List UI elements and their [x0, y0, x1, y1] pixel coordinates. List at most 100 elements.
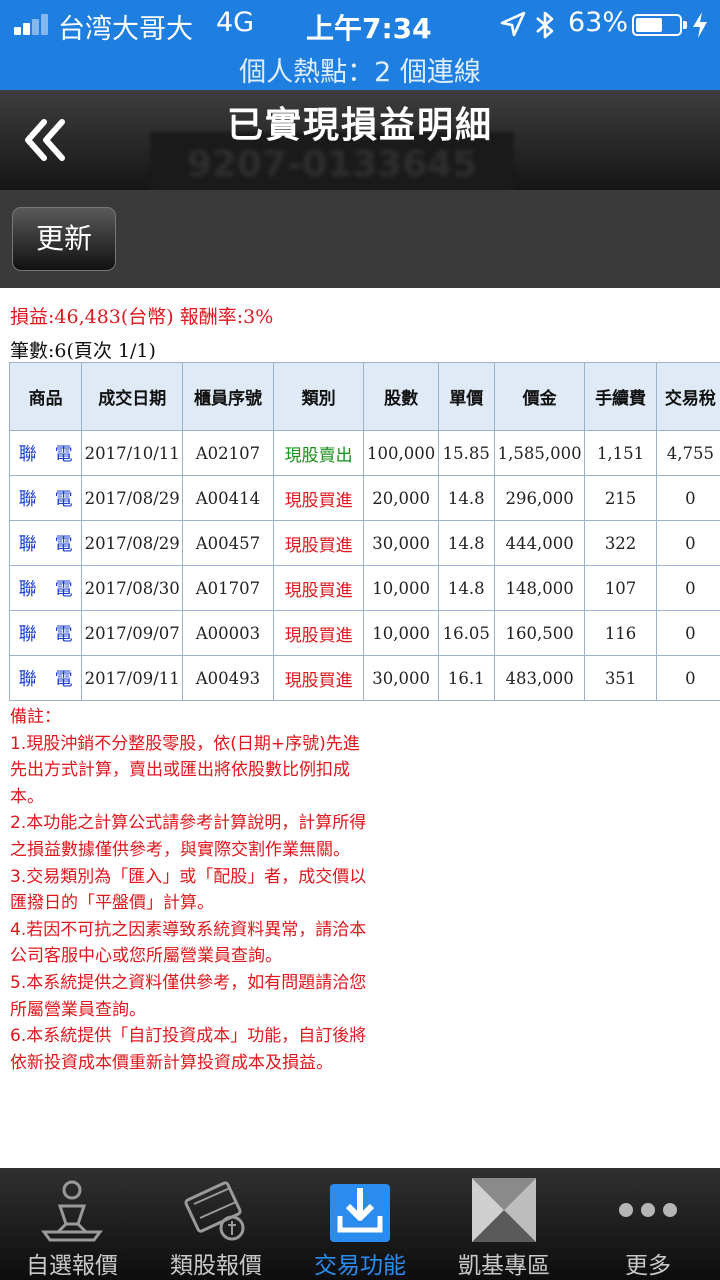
cell-fee: 322: [584, 520, 657, 566]
cell-shares: 100,000: [363, 430, 439, 476]
cell-shares: 30,000: [363, 655, 439, 701]
column-header: 交易稅: [655, 362, 720, 431]
column-header: 櫃員序號: [182, 362, 274, 431]
note-item: 3.交易類別為「匯入」或「配股」者，成交價以匯撥日的「平盤價」計算。: [10, 866, 367, 914]
tab-sector-quote[interactable]: 類股報價: [144, 1168, 288, 1280]
cell-fee: 1,151: [584, 430, 657, 476]
cell-fee: 107: [584, 565, 657, 611]
cell-price: 14.8: [437, 475, 495, 521]
table-row[interactable]: 聯 電 2017/08/30 A01707 現股買進 10,000 14.8 1…: [8, 565, 720, 611]
cell-serial: A00457: [182, 520, 274, 566]
note-item: 1.現股沖銷不分整股零股，依(日期+序號)先進先出方式計算，賣出或匯出將依股數比…: [10, 733, 360, 807]
note-item: 2.本功能之計算公式請參考計算說明，計算所得之損益數據僅供參考，與實際交割作業無…: [10, 813, 367, 860]
kgi-zone-icon: [472, 1178, 536, 1242]
cell-type: 現股買進: [272, 655, 365, 701]
watchlist-icon: [41, 1180, 103, 1242]
cell-date: 2017/08/29: [81, 475, 184, 521]
cell-stock[interactable]: 聯 電: [8, 475, 83, 521]
signal-strength-icon: [14, 13, 54, 35]
carrier-name: 台湾大哥大: [58, 14, 193, 45]
column-header: 成交日期: [81, 362, 184, 431]
bottom-tab-bar: 自選報價 類股報價 交易功能 凱基專區 更多: [0, 1168, 720, 1280]
cell-type: 現股買進: [272, 475, 365, 521]
cell-serial: A00414: [182, 475, 274, 521]
tab-label: 交易功能: [314, 1253, 406, 1279]
cell-stock[interactable]: 聯 電: [8, 430, 83, 476]
tab-label: 更多: [625, 1253, 671, 1279]
note-item: 6.本系統提供「自訂投資成本」功能，自訂後將依新投資成本價重新計算投資成本及損益…: [10, 1026, 367, 1073]
cell-amount: 148,000: [493, 565, 586, 611]
table-row[interactable]: 聯 電 2017/08/29 A00414 現股買進 20,000 14.8 2…: [8, 475, 720, 521]
record-count: 筆數:6(頁次 1/1): [10, 340, 156, 362]
charging-icon: [693, 12, 707, 38]
note-item: 5.本系統提供之資料僅供參考，如有問題請洽您所屬營業員查詢。: [10, 972, 367, 1020]
cell-shares: 10,000: [363, 565, 439, 611]
cell-tax: 0: [655, 610, 720, 656]
table-row[interactable]: 聯 電 2017/09/11 A00493 現股買進 30,000 16.1 4…: [8, 655, 720, 701]
hotspot-banner[interactable]: 個人熱點：2 個連線: [0, 50, 720, 89]
cell-serial: A01707: [182, 565, 274, 611]
cell-price: 14.8: [437, 520, 495, 566]
table-row[interactable]: 聯 電 2017/10/11 A02107 現股賣出 100,000 15.85…: [8, 430, 720, 476]
status-time: 上午7:34: [306, 12, 432, 45]
cell-amount: 1,585,000: [493, 430, 586, 476]
cell-type: 現股賣出: [272, 430, 365, 476]
bluetooth-icon: [536, 11, 554, 39]
toolbar: 更新: [0, 190, 720, 288]
note-item: 4.若因不可抗之因素導致系統資料異常，請洽本公司客服中心或您所屬營業員查詢。: [10, 919, 367, 967]
table-row[interactable]: 聯 電 2017/08/29 A00457 現股買進 30,000 14.8 4…: [8, 520, 720, 566]
cell-amount: 160,500: [493, 610, 586, 656]
refresh-button[interactable]: 更新: [12, 207, 116, 271]
cell-stock[interactable]: 聯 電: [8, 565, 83, 611]
tab-label: 自選報價: [26, 1253, 118, 1279]
cell-tax: 0: [655, 565, 720, 611]
column-header: 商品: [8, 362, 83, 431]
table-row[interactable]: 聯 電 2017/09/07 A00003 現股買進 10,000 16.05 …: [8, 610, 720, 656]
battery-icon: [632, 14, 687, 36]
cell-amount: 296,000: [493, 475, 586, 521]
tab-watchlist[interactable]: 自選報價: [0, 1168, 144, 1280]
cell-shares: 30,000: [363, 520, 439, 566]
cell-price: 14.8: [437, 565, 495, 611]
cell-tax: 0: [655, 475, 720, 521]
battery-percent: 63%: [568, 7, 629, 38]
cell-fee: 351: [584, 655, 657, 701]
cell-stock[interactable]: 聯 電: [8, 520, 83, 566]
cell-serial: A00003: [182, 610, 274, 656]
sector-quote-icon: [184, 1181, 245, 1241]
page-title: 已實現損益明細: [226, 105, 493, 146]
cell-date: 2017/09/07: [81, 610, 184, 656]
table-header-row: 商品 成交日期 櫃員序號 類別 股數 單價 價金 手續費 交易稅: [8, 362, 720, 431]
pnl-summary: 損益:46,483(台幣) 報酬率:3%: [10, 306, 274, 328]
cell-type: 現股買進: [272, 520, 365, 566]
column-header: 手續費: [584, 362, 657, 431]
tab-more[interactable]: 更多: [576, 1168, 720, 1280]
cell-serial: A00493: [182, 655, 274, 701]
notes-heading: 備註：: [10, 707, 61, 727]
cell-tax: 4,755: [655, 430, 720, 476]
column-header: 類別: [272, 362, 365, 431]
cell-type: 現股買進: [272, 565, 365, 611]
notes-section: 備註： 1.現股沖銷不分整股零股，依(日期+序號)先進先出方式計算，賣出或匯出將…: [10, 704, 372, 1076]
realized-pnl-table: 商品 成交日期 櫃員序號 類別 股數 單價 價金 手續費 交易稅 聯 電 201…: [8, 362, 720, 701]
location-arrow-icon: [500, 11, 526, 37]
cell-date: 2017/10/11: [81, 430, 184, 476]
tab-kgi-zone[interactable]: 凱基專區: [432, 1168, 576, 1280]
cell-tax: 0: [655, 520, 720, 566]
status-bar: 台湾大哥大 4G 上午7:34 63% 個人熱點：2 個連線: [0, 0, 720, 90]
cell-stock[interactable]: 聯 電: [8, 610, 83, 656]
cell-stock[interactable]: 聯 電: [8, 655, 83, 701]
cell-date: 2017/09/11: [81, 655, 184, 701]
network-type: 4G: [216, 7, 255, 38]
column-header: 單價: [437, 362, 495, 431]
cell-price: 15.85: [437, 430, 495, 476]
trade-icon: [330, 1184, 390, 1242]
column-header: 價金: [493, 362, 586, 431]
cell-fee: 116: [584, 610, 657, 656]
tab-trade[interactable]: 交易功能: [288, 1168, 432, 1280]
cell-tax: 0: [655, 655, 720, 701]
cell-fee: 215: [584, 475, 657, 521]
cell-type: 現股買進: [272, 610, 365, 656]
cell-price: 16.05: [437, 610, 495, 656]
cell-price: 16.1: [437, 655, 495, 701]
